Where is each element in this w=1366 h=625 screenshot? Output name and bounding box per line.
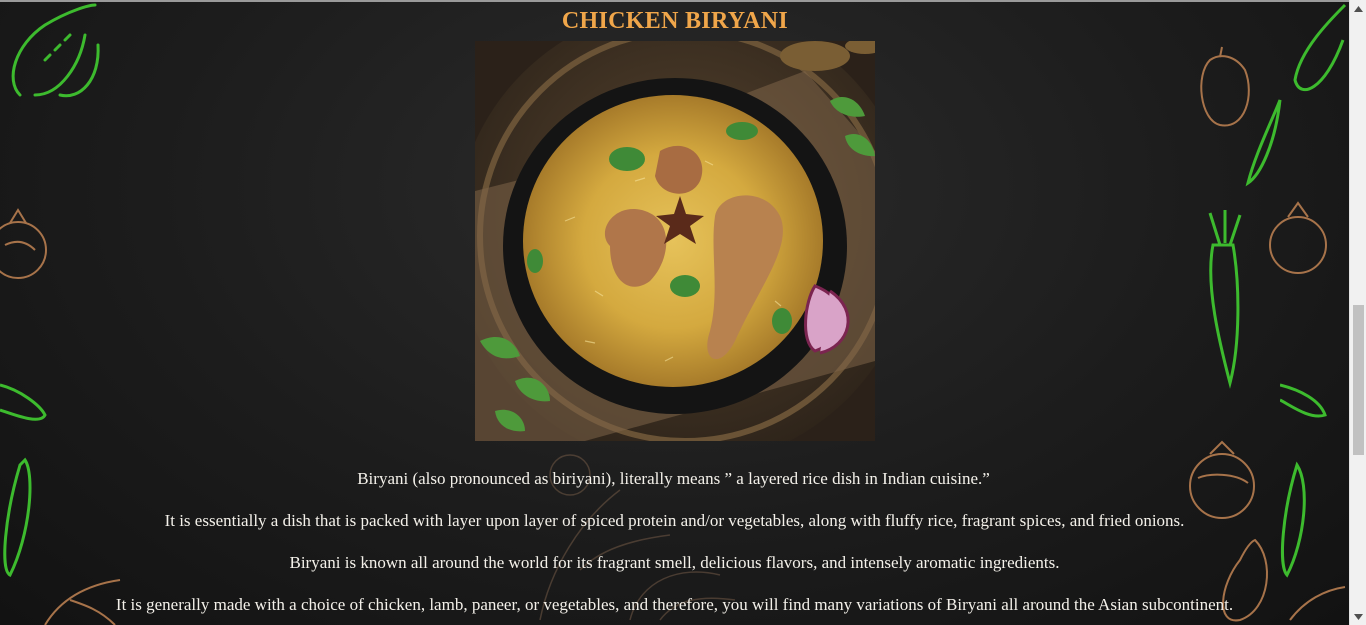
page-background: CHICKEN BIRYANI Biryani (also pronounced… xyxy=(0,0,1349,625)
paragraph-intro: Biryani (also pronounced as biriyani), l… xyxy=(357,469,990,488)
scroll-up-button[interactable] xyxy=(1350,0,1366,17)
biryani-photo xyxy=(475,41,875,441)
biryani-image-icon xyxy=(475,41,875,441)
paragraph-popularity: Biryani is known all around the world fo… xyxy=(289,553,1060,572)
vertical-scrollbar[interactable] xyxy=(1349,0,1366,625)
recipe-section: CHICKEN BIRYANI Biryani (also pronounced… xyxy=(0,0,1349,625)
page-title: CHICKEN BIRYANI xyxy=(561,7,789,34)
triangle-up-icon xyxy=(1354,5,1363,12)
paragraph-description: It is essentially a dish that is packed … xyxy=(164,511,1185,530)
scroll-down-button[interactable] xyxy=(1350,608,1366,625)
triangle-down-icon xyxy=(1354,613,1363,620)
paragraph-variations: It is generally made with a choice of ch… xyxy=(115,595,1234,614)
scroll-thumb[interactable] xyxy=(1353,305,1364,455)
title-bar: CHICKEN BIRYANI xyxy=(475,2,875,40)
